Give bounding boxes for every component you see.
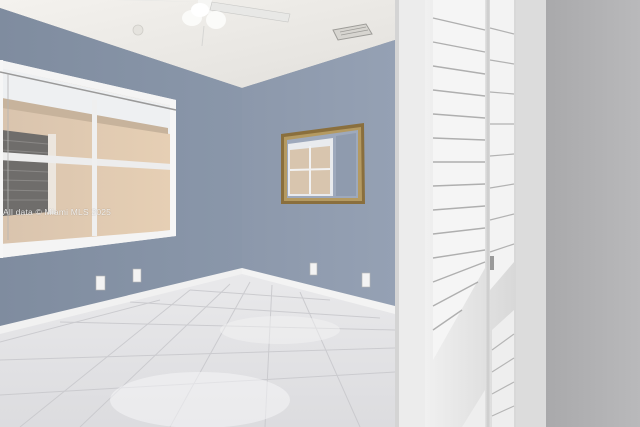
photo-watermark: All data © Miami MLS 2025 (3, 207, 112, 217)
floor-reflection (110, 372, 290, 427)
louvered-door (395, 0, 516, 427)
room-photo: All data © Miami MLS 2025 (0, 0, 640, 427)
wall-mirror (281, 123, 365, 204)
neighbor-window (2, 130, 50, 216)
side-wall (516, 0, 546, 427)
smoke-detector (132, 24, 144, 36)
